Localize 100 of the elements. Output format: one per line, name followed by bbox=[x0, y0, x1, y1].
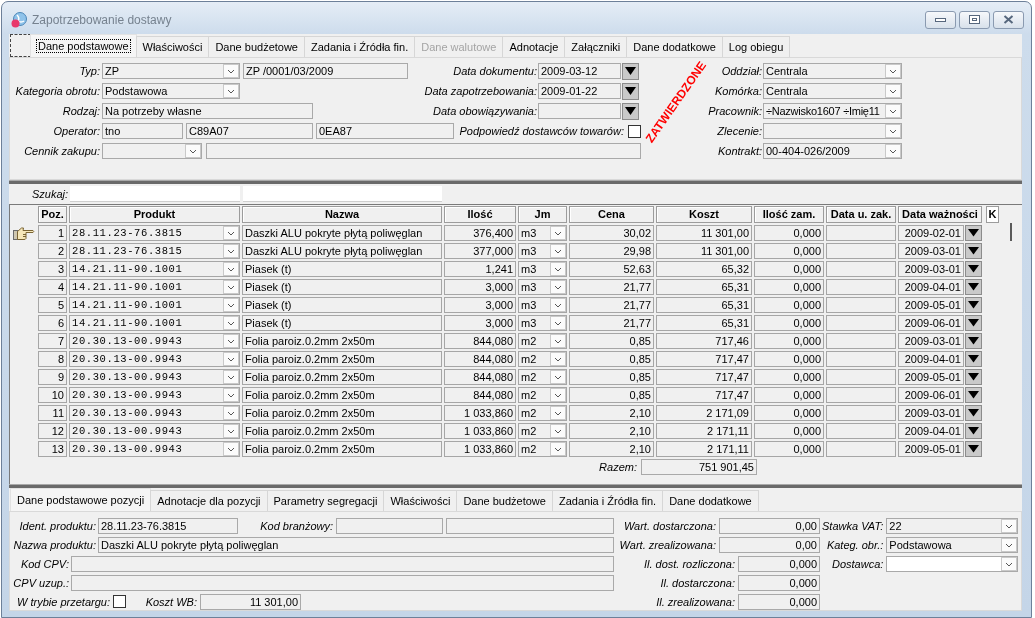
date-picker-button[interactable] bbox=[965, 369, 982, 385]
text-field[interactable]: Daszki ALU pokryte płytą poliwęglan bbox=[98, 536, 614, 553]
checkbox[interactable] bbox=[628, 124, 641, 138]
text-field[interactable]: Na potrzeby własne bbox=[102, 103, 313, 119]
minimize-button[interactable] bbox=[925, 10, 956, 29]
product-dropdown[interactable]: 14.21.11-90.1001 bbox=[69, 297, 240, 313]
date-field[interactable]: 2009-05-01 bbox=[898, 297, 964, 313]
column-header[interactable]: Produkt bbox=[69, 206, 240, 223]
text-field[interactable] bbox=[71, 574, 614, 591]
column-header[interactable]: Data ważności bbox=[898, 206, 982, 223]
text-field[interactable] bbox=[336, 517, 443, 534]
tab[interactable]: Log obiegu bbox=[721, 36, 791, 57]
maximize-button[interactable] bbox=[959, 10, 990, 29]
scrollbar-thumb[interactable] bbox=[1009, 223, 1012, 241]
vat-rate-dropdown[interactable]: 22 bbox=[886, 517, 1019, 534]
date-field[interactable] bbox=[538, 103, 621, 119]
unit-dropdown[interactable]: m3 bbox=[518, 243, 567, 259]
date-picker-button[interactable] bbox=[965, 441, 982, 457]
unit-dropdown[interactable]: m2 bbox=[518, 405, 567, 421]
product-dropdown[interactable]: 28.11.23-76.3815 bbox=[69, 243, 240, 259]
date-field[interactable]: 2009-06-01 bbox=[898, 315, 964, 331]
tab[interactable]: Adnotacje dla pozycji bbox=[150, 490, 268, 511]
text-field[interactable]: 0,000 bbox=[738, 574, 820, 591]
document-number-field[interactable]: ZP /0001/03/2009 bbox=[243, 63, 408, 79]
text-field[interactable]: C89A07 bbox=[186, 123, 313, 139]
date-picker-button[interactable] bbox=[622, 102, 639, 120]
unit-dropdown[interactable]: m3 bbox=[518, 297, 567, 313]
unit-dropdown[interactable]: m3 bbox=[518, 279, 567, 295]
date-picker-button[interactable] bbox=[965, 315, 982, 331]
unit-dropdown[interactable]: m2 bbox=[518, 333, 567, 349]
product-dropdown[interactable]: 20.30.13-00.9943 bbox=[69, 405, 240, 421]
date-field[interactable]: 2009-03-01 bbox=[898, 243, 964, 259]
date-picker-button[interactable] bbox=[965, 243, 982, 259]
category-dropdown[interactable]: Podstawowa bbox=[886, 536, 1019, 553]
date-picker-button[interactable] bbox=[965, 333, 982, 349]
date-field[interactable]: 2009-01-22 bbox=[538, 83, 621, 99]
text-field[interactable]: 11 301,00 bbox=[200, 593, 301, 610]
type-dropdown[interactable]: ZP bbox=[102, 63, 240, 79]
unit-dropdown[interactable]: m2 bbox=[518, 441, 567, 457]
product-dropdown[interactable]: 20.30.13-00.9943 bbox=[69, 441, 240, 457]
date-field[interactable]: 2009-03-01 bbox=[898, 333, 964, 349]
search-field[interactable] bbox=[243, 186, 442, 202]
date-picker-button[interactable] bbox=[965, 279, 982, 295]
product-dropdown[interactable]: 20.30.13-00.9943 bbox=[69, 423, 240, 439]
product-dropdown[interactable]: 20.30.13-00.9943 bbox=[69, 333, 240, 349]
product-dropdown[interactable]: 14.21.11-90.1001 bbox=[69, 279, 240, 295]
column-header[interactable]: Koszt bbox=[656, 206, 752, 223]
department-dropdown[interactable]: Centrala bbox=[763, 83, 902, 99]
date-picker-button[interactable] bbox=[965, 405, 982, 421]
date-picker-button[interactable] bbox=[622, 62, 639, 80]
tab[interactable]: Właściwości bbox=[135, 36, 210, 57]
date-field[interactable]: 2009-03-12 bbox=[538, 63, 621, 79]
column-header[interactable]: K bbox=[986, 206, 999, 223]
column-header[interactable]: Poz. bbox=[38, 206, 67, 223]
text-field[interactable]: tno bbox=[102, 123, 183, 139]
contract-dropdown[interactable]: 00-404-026/2009 bbox=[763, 143, 902, 159]
text-field[interactable] bbox=[206, 143, 641, 159]
date-field[interactable]: 2009-03-01 bbox=[898, 405, 964, 421]
text-field[interactable]: 0,000 bbox=[738, 593, 820, 610]
column-header[interactable]: Nazwa bbox=[242, 206, 442, 223]
date-field[interactable]: 2009-04-01 bbox=[898, 423, 964, 439]
unit-dropdown[interactable]: m2 bbox=[518, 351, 567, 367]
employee-dropdown[interactable]: ÷Nazwisko1607 ÷Imię11 bbox=[763, 103, 902, 119]
search-field[interactable] bbox=[70, 186, 240, 202]
close-button[interactable] bbox=[993, 10, 1024, 29]
product-dropdown[interactable]: 14.21.11-90.1001 bbox=[69, 261, 240, 277]
text-field[interactable]: 0,00 bbox=[719, 517, 820, 534]
tab[interactable]: Dane podstawowe bbox=[30, 34, 137, 57]
date-field[interactable]: 2009-05-01 bbox=[898, 441, 964, 457]
tab[interactable]: Dane dodatkowe bbox=[662, 490, 759, 511]
product-dropdown[interactable]: 20.30.13-00.9943 bbox=[69, 351, 240, 367]
date-field[interactable]: 2009-06-01 bbox=[898, 387, 964, 403]
unit-dropdown[interactable]: m3 bbox=[518, 225, 567, 241]
column-header[interactable]: Data u. zak. bbox=[826, 206, 896, 223]
tab[interactable]: Dane podstawowe pozycji bbox=[10, 488, 152, 511]
date-picker-button[interactable] bbox=[965, 261, 982, 277]
unit-dropdown[interactable]: m3 bbox=[518, 261, 567, 277]
unit-dropdown[interactable]: m3 bbox=[518, 315, 567, 331]
text-field[interactable]: 0EA87 bbox=[316, 123, 454, 139]
date-field[interactable]: 2009-04-01 bbox=[898, 351, 964, 367]
unit-dropdown[interactable]: m2 bbox=[518, 423, 567, 439]
branch-dropdown[interactable]: Centrala bbox=[763, 63, 902, 79]
unit-dropdown[interactable]: m2 bbox=[518, 387, 567, 403]
product-dropdown[interactable]: 14.21.11-90.1001 bbox=[69, 315, 240, 331]
unit-dropdown[interactable]: m2 bbox=[518, 369, 567, 385]
category-dropdown[interactable]: Podstawowa bbox=[102, 83, 240, 99]
column-header[interactable]: Cena bbox=[569, 206, 654, 223]
date-picker-button[interactable] bbox=[965, 297, 982, 313]
checkbox[interactable] bbox=[113, 595, 126, 608]
date-picker-button[interactable] bbox=[965, 423, 982, 439]
date-field[interactable]: 2009-03-01 bbox=[898, 261, 964, 277]
date-field[interactable]: 2009-04-01 bbox=[898, 279, 964, 295]
product-dropdown[interactable]: 20.30.13-00.9943 bbox=[69, 387, 240, 403]
text-field[interactable]: 0,000 bbox=[738, 555, 820, 572]
date-picker-button[interactable] bbox=[965, 225, 982, 241]
product-dropdown[interactable]: 28.11.23-76.3815 bbox=[69, 225, 240, 241]
text-field[interactable] bbox=[446, 517, 614, 534]
text-field[interactable]: 28.11.23-76.3815 bbox=[98, 517, 238, 534]
column-header[interactable]: Ilość bbox=[444, 206, 516, 223]
date-picker-button[interactable] bbox=[965, 387, 982, 403]
